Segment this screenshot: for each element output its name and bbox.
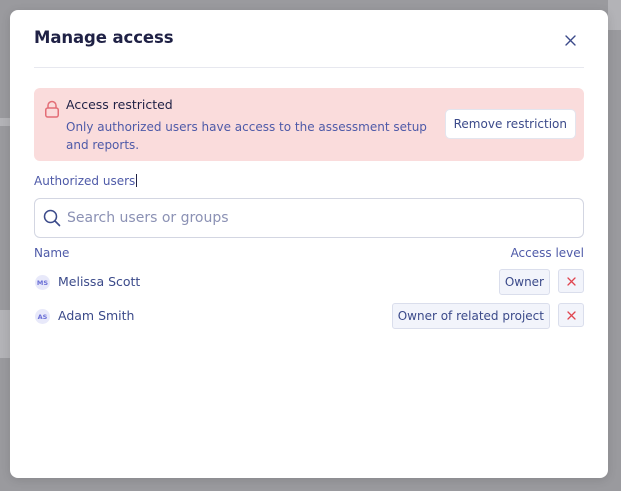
- close-icon: [566, 310, 576, 320]
- access-level-select[interactable]: Owner: [498, 269, 550, 295]
- close-icon: [564, 34, 576, 46]
- remove-user-button[interactable]: [558, 269, 584, 293]
- user-row: MS Melissa Scott Owner: [34, 269, 584, 295]
- alert-description: Only authorized users have access to the…: [66, 120, 427, 152]
- access-restricted-alert: Access restricted Only authorized users …: [34, 88, 584, 161]
- search-field[interactable]: [34, 198, 584, 238]
- avatar: AS: [35, 309, 50, 324]
- name-column-header: Name: [34, 246, 70, 260]
- alert-title: Access restricted: [66, 97, 173, 112]
- backdrop-fragment: [608, 0, 621, 30]
- manage-access-dialog: Manage access Access restricted Only aut…: [10, 10, 608, 478]
- lock-icon: [45, 100, 59, 118]
- backdrop-fragment: [0, 118, 10, 126]
- avatar: MS: [35, 275, 50, 290]
- user-name: Melissa Scott: [58, 274, 141, 289]
- backdrop-fragment: [0, 310, 10, 358]
- close-icon: [566, 276, 576, 286]
- header-divider: [34, 67, 584, 68]
- user-row: AS Adam Smith Owner of related project: [34, 303, 584, 329]
- access-level-column-header: Access level: [510, 246, 584, 260]
- search-icon: [43, 209, 61, 227]
- remove-user-button[interactable]: [558, 303, 584, 327]
- dialog-title: Manage access: [34, 28, 174, 47]
- close-button[interactable]: [560, 30, 580, 50]
- text-caret: [136, 174, 138, 187]
- remove-restriction-button[interactable]: Remove restriction: [444, 109, 576, 139]
- user-name: Adam Smith: [58, 308, 135, 323]
- authorized-users-label: Authorized users: [34, 174, 138, 188]
- search-input[interactable]: [67, 199, 572, 237]
- authorized-users-label-text: Authorized users: [34, 174, 136, 188]
- access-level-select[interactable]: Owner of related project: [391, 303, 550, 329]
